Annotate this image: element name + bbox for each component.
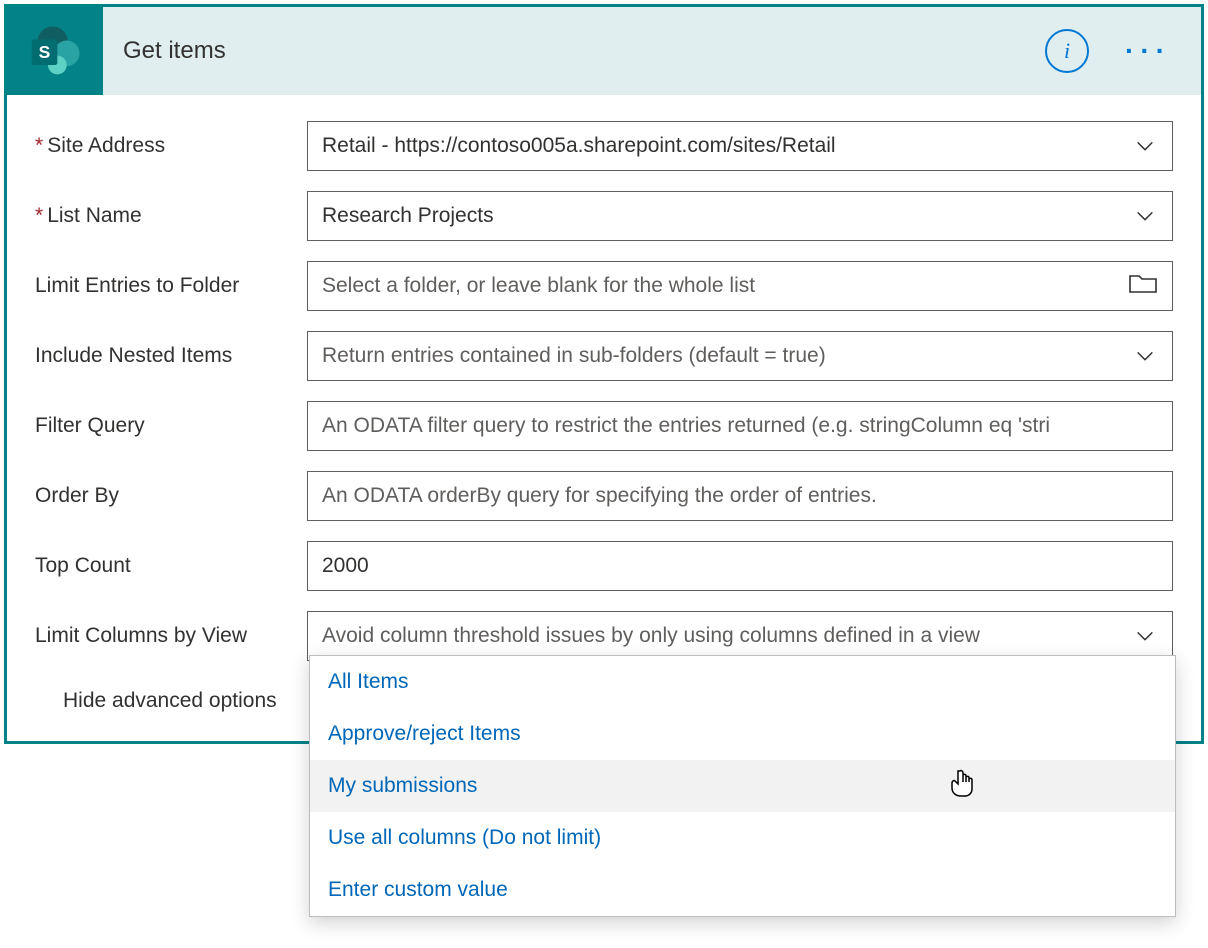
dropdown-item-approve-reject[interactable]: Approve/reject Items (310, 708, 1175, 760)
row-list-name: * List Name Research Projects (35, 191, 1173, 241)
svg-text:S: S (39, 42, 51, 62)
top-count-field[interactable] (322, 542, 1158, 590)
chevron-down-icon (1132, 133, 1158, 159)
limit-columns-select[interactable]: Avoid column threshold issues by only us… (307, 611, 1173, 661)
dropdown-item-all-items[interactable]: All Items (310, 656, 1175, 708)
include-nested-select[interactable]: Return entries contained in sub-folders … (307, 331, 1173, 381)
chevron-down-icon (1132, 203, 1158, 229)
dropdown-item-my-submissions[interactable]: My submissions (310, 760, 1175, 812)
required-marker: * (35, 134, 43, 158)
row-site-address: * Site Address Retail - https://contoso0… (35, 121, 1173, 171)
card-body: * Site Address Retail - https://contoso0… (7, 95, 1201, 741)
card-title: Get items (103, 37, 1045, 65)
dropdown-item-use-all-columns[interactable]: Use all columns (Do not limit) (310, 812, 1175, 864)
label-include-nested: Include Nested Items (35, 344, 307, 368)
filter-query-field[interactable] (322, 402, 1158, 450)
card-header: S Get items i ··· (7, 7, 1201, 95)
row-include-nested: Include Nested Items Return entries cont… (35, 331, 1173, 381)
chevron-down-icon (1132, 623, 1158, 649)
dropdown-item-enter-custom[interactable]: Enter custom value (310, 864, 1175, 916)
label-list-name: * List Name (35, 204, 307, 228)
info-icon[interactable]: i (1045, 29, 1089, 73)
row-limit-folder: Limit Entries to Folder Select a folder,… (35, 261, 1173, 311)
top-count-input[interactable] (307, 541, 1173, 591)
more-options-icon[interactable]: ··· (1125, 35, 1171, 67)
site-address-select[interactable]: Retail - https://contoso005a.sharepoint.… (307, 121, 1173, 171)
pointer-cursor-icon (949, 768, 975, 804)
label-limit-columns: Limit Columns by View (35, 624, 307, 648)
label-site-address: * Site Address (35, 134, 307, 158)
limit-folder-input[interactable]: Select a folder, or leave blank for the … (307, 261, 1173, 311)
limit-columns-dropdown: All Items Approve/reject Items My submis… (309, 655, 1176, 917)
label-top-count: Top Count (35, 554, 307, 578)
sharepoint-logo-icon: S (27, 23, 83, 79)
filter-query-input[interactable] (307, 401, 1173, 451)
row-limit-columns: Limit Columns by View Avoid column thres… (35, 611, 1173, 661)
row-order-by: Order By (35, 471, 1173, 521)
list-name-select[interactable]: Research Projects (307, 191, 1173, 241)
header-actions: i ··· (1045, 29, 1201, 73)
action-card: S Get items i ··· * Site Address Retail … (4, 4, 1204, 744)
order-by-input[interactable] (307, 471, 1173, 521)
chevron-down-icon (1132, 343, 1158, 369)
order-by-field[interactable] (322, 472, 1158, 520)
sharepoint-icon: S (7, 7, 103, 95)
folder-picker-icon[interactable] (1128, 271, 1158, 301)
required-marker: * (35, 204, 43, 228)
row-filter-query: Filter Query (35, 401, 1173, 451)
label-order-by: Order By (35, 484, 307, 508)
row-top-count: Top Count (35, 541, 1173, 591)
label-limit-folder: Limit Entries to Folder (35, 274, 307, 298)
label-filter-query: Filter Query (35, 414, 307, 438)
